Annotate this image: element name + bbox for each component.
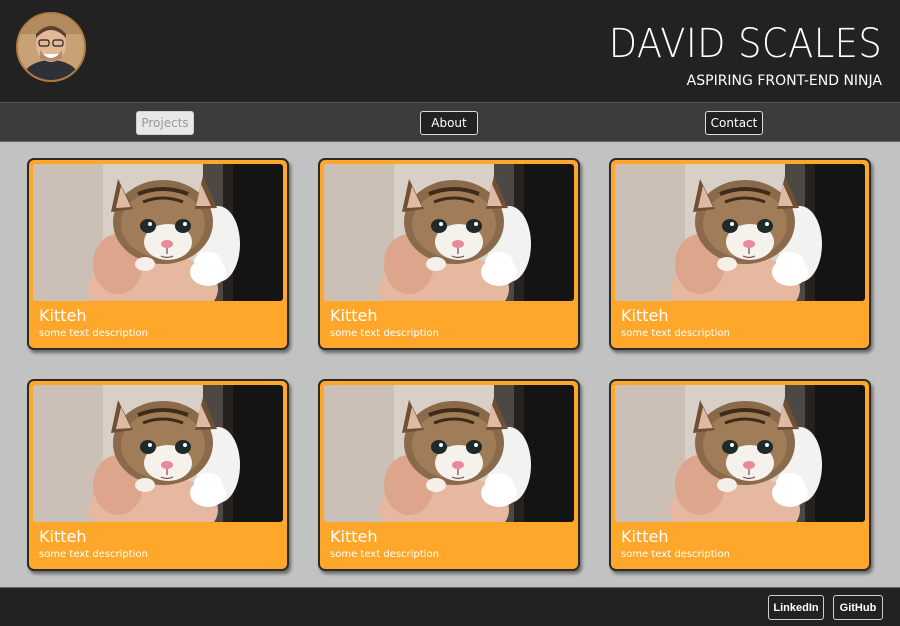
project-card[interactable]: Kitteh some text description xyxy=(318,379,580,571)
nav-contact-button[interactable]: Contact xyxy=(705,111,763,135)
card-description: some text description xyxy=(330,328,439,339)
kitten-photo-icon xyxy=(324,385,574,522)
project-card[interactable]: Kitteh some text description xyxy=(27,379,289,571)
main-nav: Projects About Contact xyxy=(0,102,900,142)
nav-projects-button[interactable]: Projects xyxy=(136,111,194,135)
kitten-photo-icon xyxy=(615,385,865,522)
card-title: Kitteh xyxy=(39,306,87,325)
card-description: some text description xyxy=(330,549,439,560)
card-title: Kitteh xyxy=(39,527,87,546)
card-title: Kitteh xyxy=(621,306,669,325)
linkedin-button[interactable]: LinkedIn xyxy=(768,595,824,620)
project-card[interactable]: Kitteh some text description xyxy=(27,158,289,350)
site-title: DAVID SCALES xyxy=(608,21,882,67)
project-card[interactable]: Kitteh some text description xyxy=(609,158,871,350)
project-card[interactable]: Kitteh some text description xyxy=(609,379,871,571)
kitten-photo-icon xyxy=(33,164,283,301)
card-description: some text description xyxy=(39,328,148,339)
card-description: some text description xyxy=(39,549,148,560)
project-card[interactable]: Kitteh some text description xyxy=(318,158,580,350)
card-description: some text description xyxy=(621,328,730,339)
site-header: DAVID SCALES ASPIRING FRONT-END NINJA xyxy=(0,0,900,102)
github-button[interactable]: GitHub xyxy=(833,595,883,620)
nav-about-button[interactable]: About xyxy=(420,111,478,135)
kitten-photo-icon xyxy=(324,164,574,301)
avatar-photo-icon xyxy=(18,14,84,80)
kitten-photo-icon xyxy=(33,385,283,522)
project-grid: Kitteh some text description Kitteh some… xyxy=(0,142,900,587)
site-footer: LinkedIn GitHub xyxy=(0,587,900,626)
card-title: Kitteh xyxy=(330,527,378,546)
card-title: Kitteh xyxy=(330,306,378,325)
card-title: Kitteh xyxy=(621,527,669,546)
site-subtitle: ASPIRING FRONT-END NINJA xyxy=(686,73,882,89)
kitten-photo-icon xyxy=(615,164,865,301)
card-description: some text description xyxy=(621,549,730,560)
avatar xyxy=(16,12,86,82)
